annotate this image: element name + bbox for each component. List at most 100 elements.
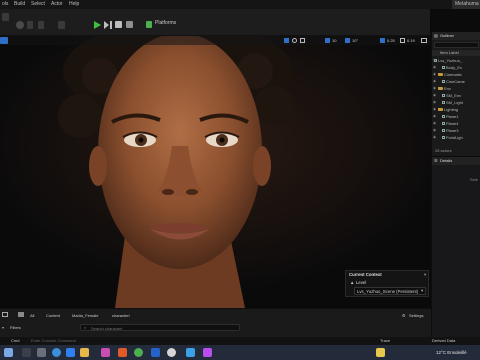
chrome-icon[interactable]	[134, 348, 143, 357]
project-title: Metahuma	[452, 0, 480, 9]
collapse-icon[interactable]: ▾	[424, 272, 426, 278]
visibility-eye-icon[interactable]: ◉	[433, 79, 436, 84]
outliner-row[interactable]: ◉ Plane3	[432, 128, 458, 133]
blueprint-icon[interactable]	[38, 21, 44, 29]
menu-item-actor[interactable]: Actor	[51, 0, 63, 9]
select-mode-icon[interactable]	[16, 21, 24, 29]
office-icon[interactable]	[118, 348, 127, 357]
viewport-toolbar: 10 10° 0.25 0.19	[0, 36, 431, 45]
menu-bar: ols Build Select Actor Help Metahuma	[0, 0, 480, 9]
add-actor-icon[interactable]	[27, 21, 33, 29]
rotation-snap-icon[interactable]	[345, 38, 350, 43]
cinematics-icon[interactable]	[58, 21, 65, 29]
menu-item-build[interactable]: Build	[14, 0, 25, 9]
level-viewport[interactable]	[0, 36, 431, 308]
console-input[interactable]: Enter Console Command	[31, 337, 76, 345]
breadcrumb-madia-female[interactable]: Madia_Female	[72, 313, 98, 318]
outliner-row[interactable]: ◉ Env	[432, 86, 451, 91]
grid-snap-value[interactable]: 10	[332, 36, 336, 45]
visibility-eye-icon[interactable]: ◉	[433, 58, 436, 63]
visibility-eye-icon[interactable]: ◉	[433, 121, 436, 126]
settings-button[interactable]: Settings	[409, 313, 423, 318]
stop-icon[interactable]	[115, 21, 122, 28]
folder-nav-icon[interactable]	[18, 312, 24, 317]
visibility-eye-icon[interactable]: ◉	[433, 86, 436, 91]
outliner-row[interactable]: ◉ Plane4	[432, 121, 458, 126]
visibility-eye-icon[interactable]: ◉	[433, 128, 436, 133]
translate-icon[interactable]	[284, 38, 289, 43]
store-icon[interactable]	[66, 348, 75, 357]
eject-icon[interactable]	[126, 21, 133, 28]
outliner-row[interactable]: ◉ PointLigh	[432, 135, 463, 140]
task-view-icon[interactable]	[37, 348, 46, 357]
menu-item-help[interactable]: Help	[69, 0, 79, 9]
start-icon[interactable]	[4, 348, 13, 357]
content-search-placeholder: Search characterl	[91, 326, 123, 331]
outliner-row[interactable]: ◉ Lighting	[432, 107, 458, 112]
breadcrumb-characterl[interactable]: characterl	[112, 313, 130, 318]
visibility-eye-icon[interactable]: ◉	[433, 65, 436, 70]
outliner-tab[interactable]: ▤ Outliner	[432, 32, 480, 40]
scale-snap-value[interactable]: 0.25	[387, 36, 395, 45]
search-taskbar-icon[interactable]	[22, 348, 31, 357]
viewport-menu-icon[interactable]	[0, 37, 8, 44]
menu-item-tools[interactable]: ols	[2, 0, 8, 9]
play-icon[interactable]	[93, 21, 101, 29]
visibility-eye-icon[interactable]: ◉	[433, 72, 436, 77]
media-icon[interactable]	[203, 348, 212, 357]
grid-snap-icon[interactable]	[325, 38, 330, 43]
scale-icon[interactable]	[300, 38, 305, 43]
visibility-eye-icon[interactable]: ◉	[433, 135, 436, 140]
outliner-row[interactable]: ◉ Cinematic	[432, 72, 462, 77]
edge-icon[interactable]	[52, 348, 61, 357]
folder-icon	[438, 108, 443, 111]
visibility-eye-icon[interactable]: ◉	[433, 100, 436, 105]
platforms-dropdown[interactable]: Platforms	[155, 20, 176, 26]
step-icon[interactable]	[104, 21, 112, 29]
outliner-row-label: SM_Env	[446, 93, 462, 98]
weather-text: 12°C Ensoleillé	[436, 350, 467, 355]
visibility-eye-icon[interactable]: ◉	[433, 114, 436, 119]
visibility-eye-icon[interactable]: ◉	[433, 107, 436, 112]
cmd-label[interactable]: Cmd	[11, 337, 19, 345]
actor-icon	[442, 94, 445, 97]
rotate-icon[interactable]	[292, 38, 297, 43]
outliner-row[interactable]: ◉ SM_Env	[432, 93, 461, 98]
generic-app-icon[interactable]	[186, 348, 195, 357]
visibility-eye-icon[interactable]: ◉	[433, 93, 436, 98]
outliner-row[interactable]: ◉ SM_Light	[432, 100, 463, 105]
maximize-viewport-icon[interactable]	[421, 38, 427, 43]
filters-button[interactable]: Filters	[10, 325, 21, 330]
rotation-snap-value[interactable]: 10°	[352, 36, 358, 45]
filter-icon[interactable]: ▾	[2, 325, 4, 330]
settings-icon[interactable]: ⚙	[402, 313, 406, 318]
camera-speed-icon[interactable]	[400, 38, 405, 43]
breadcrumb-all[interactable]: All	[30, 313, 34, 318]
status-bar: Cmd Enter Console Command Trace Derived …	[0, 337, 480, 345]
details-tab[interactable]: ☰ Details	[432, 157, 480, 165]
actor-icon	[442, 136, 445, 139]
scale-snap-icon[interactable]	[380, 38, 385, 43]
content-browser-bar: All Content Madia_Female characterl ⚙ Se…	[0, 308, 431, 337]
word-icon[interactable]	[151, 348, 160, 357]
add-content-icon[interactable]	[2, 312, 8, 317]
outliner-search-input[interactable]	[434, 42, 479, 48]
outliner-row-label: PointLigh	[446, 135, 463, 140]
outliner-row[interactable]: ◉ Body_Ex	[432, 65, 462, 70]
trace-button[interactable]: Trace	[380, 337, 390, 345]
camera-speed-value[interactable]: 0.19	[407, 36, 415, 45]
outliner-row[interactable]: ◉ CineCame	[432, 79, 465, 84]
menu-item-select[interactable]: Select	[31, 0, 45, 9]
breadcrumb-content[interactable]: Content	[46, 313, 60, 318]
outliner-row[interactable]: ◉ Plane1	[432, 114, 458, 119]
unreal-engine-icon[interactable]	[167, 348, 176, 357]
outliner-row[interactable]: ◉ Lvs_Yuzhuo_	[432, 58, 462, 63]
derived-data-button[interactable]: Derived Data	[432, 337, 455, 345]
actor-icon	[442, 101, 445, 104]
outliner-row-label: CineCame	[446, 79, 465, 84]
save-icon[interactable]	[2, 13, 9, 21]
content-search-input[interactable]: ⌕ Search characterl	[80, 324, 240, 331]
app-icon[interactable]	[101, 348, 110, 357]
level-dropdown[interactable]: Lvs_Yuzhuo_Scene (Persistent) ▾	[354, 287, 426, 295]
file-explorer-icon[interactable]	[80, 348, 89, 357]
